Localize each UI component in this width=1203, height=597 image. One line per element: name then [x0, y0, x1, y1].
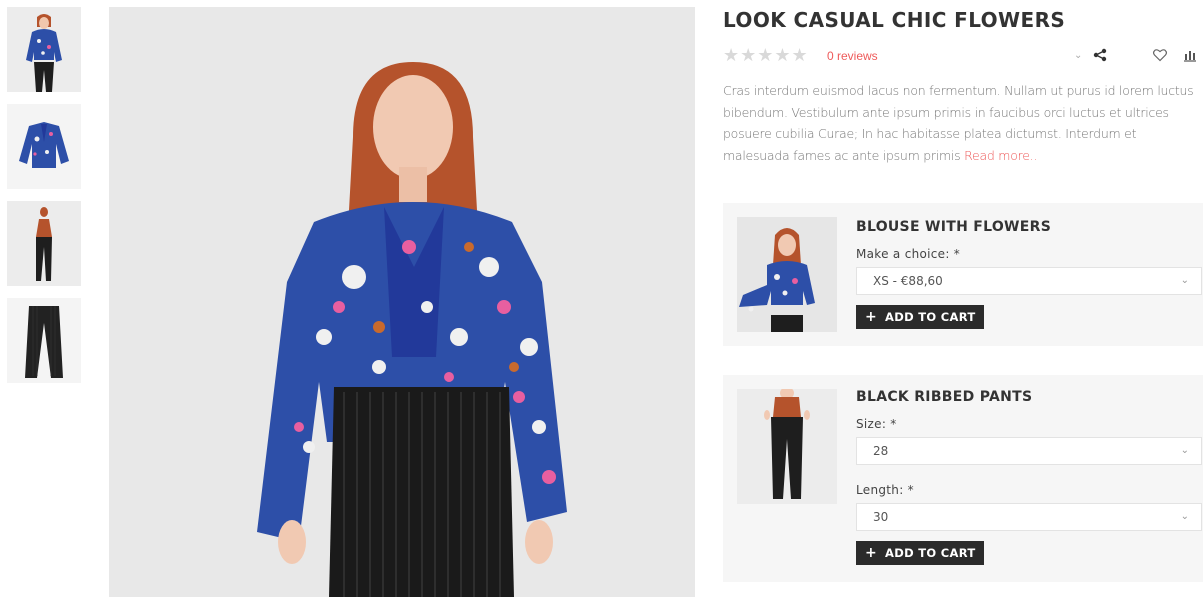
add-to-cart-label: ADD TO CART [885, 310, 976, 324]
thumbnail-side-view[interactable] [7, 201, 81, 286]
blouse-image[interactable] [737, 217, 837, 332]
main-product-image[interactable] [109, 7, 695, 597]
reviews-link[interactable]: 0 reviews [827, 49, 878, 63]
plus-icon: + [865, 309, 878, 325]
read-more-link[interactable]: Read more.. [964, 148, 1037, 163]
chevron-down-icon[interactable]: ⌄ [1074, 50, 1082, 61]
size-select[interactable]: 28 ⌄ [856, 437, 1202, 465]
share-icon[interactable] [1092, 47, 1108, 63]
select-value: 28 [873, 444, 889, 458]
add-to-cart-button[interactable]: + ADD TO CART [856, 305, 985, 329]
thumbnail-blouse[interactable] [7, 104, 81, 189]
select-value: XS - €88,60 [873, 274, 943, 288]
length-select[interactable]: 30 ⌄ [856, 503, 1202, 531]
product-card-blouse: BLOUSE WITH FLOWERS Make a choice: * XS … [723, 203, 1203, 346]
product-description: Cras interdum euismod lacus non fermentu… [723, 80, 1203, 166]
chevron-down-icon: ⌄ [1180, 511, 1189, 522]
product-title: LOOK CASUAL CHIC FLOWERS [723, 8, 1066, 32]
chevron-down-icon: ⌄ [1180, 445, 1189, 456]
select-value: 30 [873, 510, 889, 524]
pants-image[interactable] [737, 389, 837, 504]
description-text: Cras interdum euismod lacus non fermentu… [723, 83, 1194, 163]
star-rating: ★★★★★ [723, 45, 809, 66]
product-card-pants: BLACK RIBBED PANTS Size: * 28 ⌄ Length: … [723, 375, 1203, 582]
chevron-down-icon: ⌄ [1180, 275, 1189, 286]
add-to-cart-label: ADD TO CART [885, 546, 976, 560]
compare-icon[interactable] [1182, 47, 1198, 63]
size-label: Size: * [856, 417, 897, 431]
variant-select[interactable]: XS - €88,60 ⌄ [856, 267, 1202, 295]
heart-icon[interactable] [1152, 47, 1168, 63]
plus-icon: + [865, 545, 878, 561]
item-title: BLACK RIBBED PANTS [856, 389, 1033, 405]
length-label: Length: * [856, 483, 914, 497]
thumbnail-gallery [7, 7, 81, 395]
item-title: BLOUSE WITH FLOWERS [856, 219, 1052, 235]
thumbnail-pants[interactable] [7, 298, 81, 383]
option-label: Make a choice: * [856, 247, 961, 261]
thumbnail-look[interactable] [7, 7, 81, 92]
add-to-cart-button[interactable]: + ADD TO CART [856, 541, 985, 565]
rating-row: ★★★★★ 0 reviews ⌄ [723, 45, 1203, 67]
